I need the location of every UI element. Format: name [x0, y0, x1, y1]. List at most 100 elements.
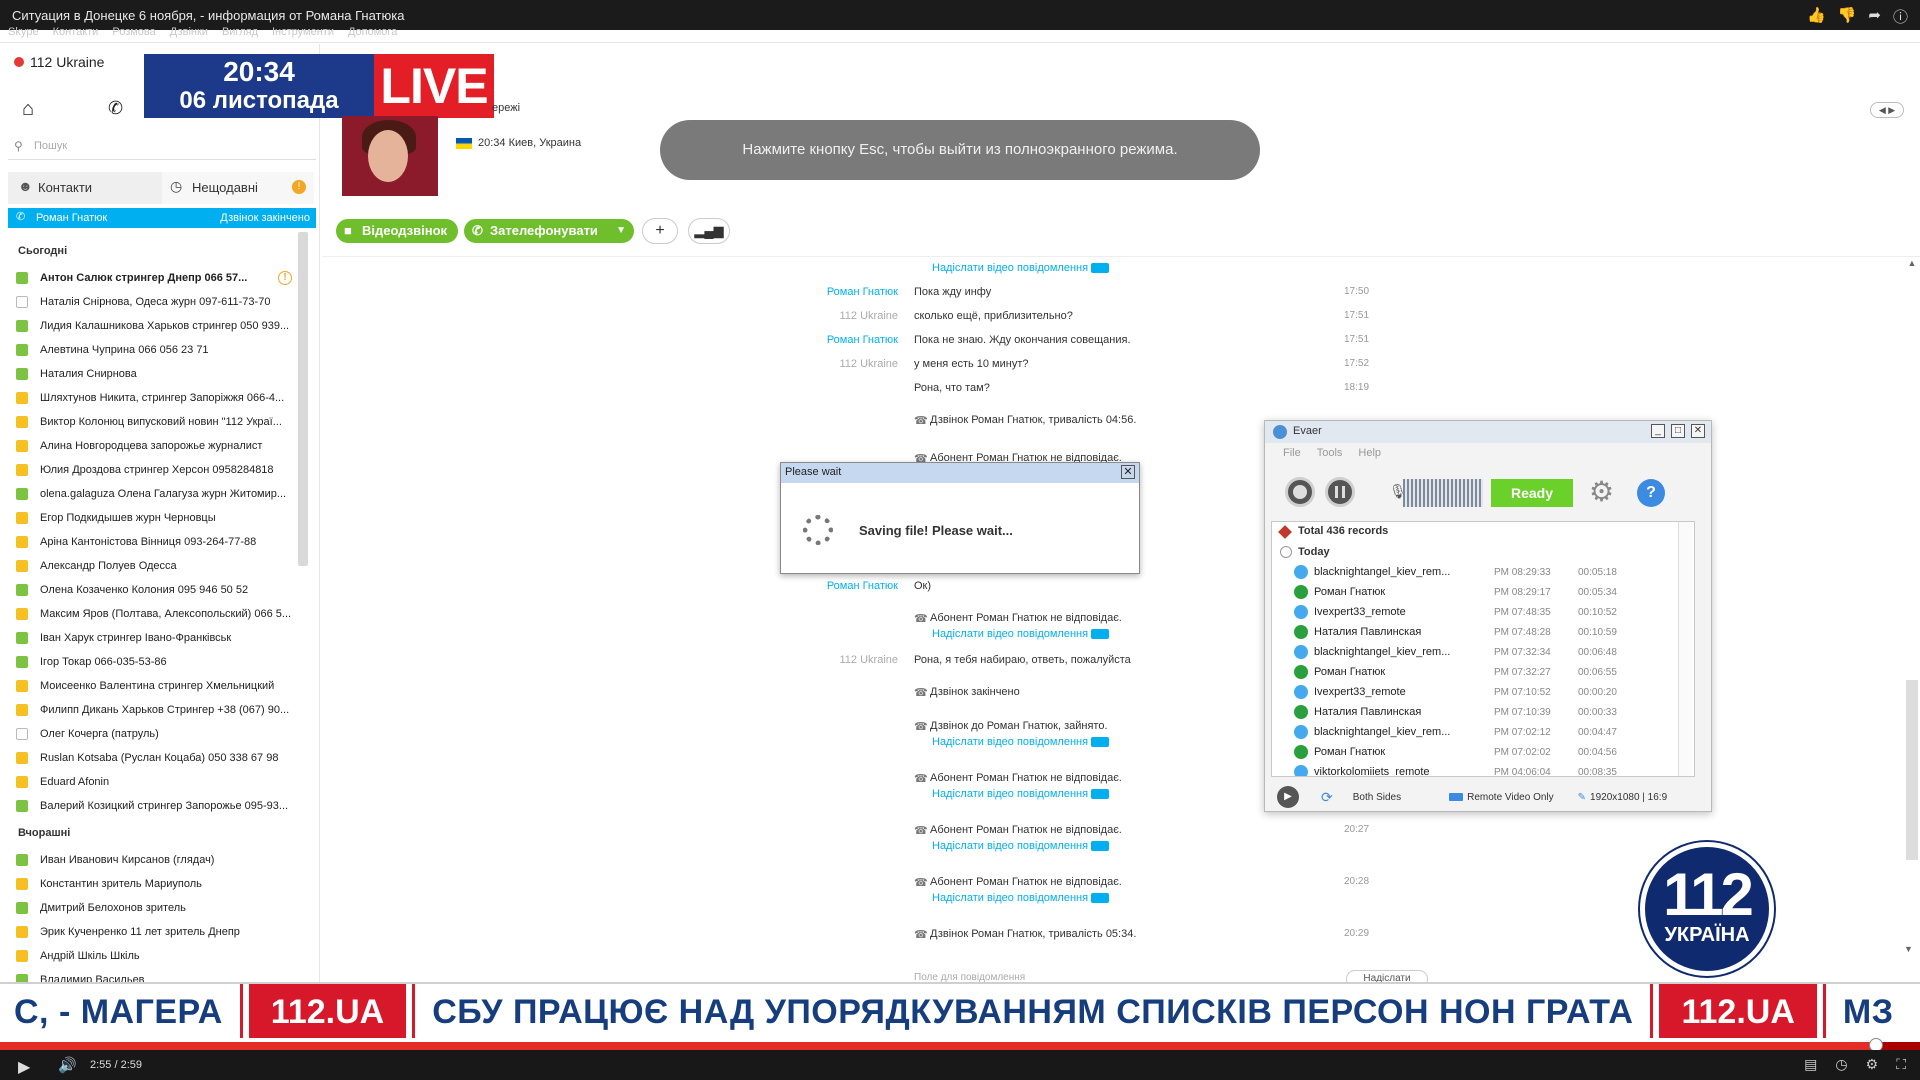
record-row[interactable]: blacknightangel_kiev_rem... PM 07:02:12 00… — [1272, 722, 1694, 742]
record-row[interactable]: Роман Гнатюк PM 07:32:27 00:06:55 — [1272, 662, 1694, 682]
menu-item[interactable]: Skype — [8, 26, 39, 38]
sidebar-scrollbar[interactable] — [298, 232, 308, 566]
contact-list-item[interactable]: Ігор Токар 066-035-53-86 — [8, 650, 298, 674]
record-name: Ivexpert33_remote — [1314, 686, 1406, 698]
contact-name: Иван Иванович Кирсанов (глядач) — [40, 854, 215, 866]
menu-item[interactable]: Контакти — [53, 26, 99, 38]
contact-list-item[interactable]: Моисеенко Валентина стрингер Хмельницкий — [8, 674, 298, 698]
menu-item[interactable]: Інструменти — [272, 26, 334, 38]
menu-item[interactable]: Дзвінки — [170, 26, 208, 38]
record-row[interactable]: Ivexpert33_remote PM 07:10:52 00:00:20 — [1272, 682, 1694, 702]
contact-list-item[interactable]: Антон Салюк стрингер Днепр 066 57...! — [8, 266, 298, 290]
menu-item[interactable]: Розмова — [112, 26, 155, 38]
records-group-today[interactable]: Today — [1272, 542, 1694, 562]
contact-list-item[interactable]: Александр Полуев Одесса — [8, 554, 298, 578]
video-call-button[interactable]: ■ Відеодзвінок — [336, 219, 458, 243]
send-video-message-link[interactable]: Надіслати відео повідомлення — [932, 736, 1110, 748]
contact-list-item[interactable]: Алевтина Чуприна 066 056 23 71 — [8, 338, 298, 362]
contact-list-item[interactable]: Валерий Козицкий стрингер Запорожье 095-… — [8, 794, 298, 818]
contact-list-item[interactable]: Юлия Дроздова стрингер Херсон 0958284818 — [8, 458, 298, 482]
maximize-icon[interactable]: □ — [1671, 424, 1685, 438]
record-row[interactable]: Роман Гнатюк PM 08:29:17 00:05:34 — [1272, 582, 1694, 602]
close-icon[interactable]: ✕ — [1121, 465, 1135, 479]
contact-list-item[interactable]: Дмитрий Белохонов зритель — [8, 896, 298, 920]
contact-list-item[interactable]: Алина Новгородцева запорожье журналист — [8, 434, 298, 458]
contact-list-item[interactable]: Аріна Кантоністова Вінниця 093-264-77-88 — [8, 530, 298, 554]
records-scrollbar[interactable] — [1678, 522, 1692, 776]
call-button[interactable]: ✆ Зателефонувати ▼ — [464, 219, 634, 243]
play-button[interactable]: ▶ — [1277, 786, 1299, 808]
contact-list-item[interactable]: Eduard Afonin — [8, 770, 298, 794]
menu-item[interactable]: Допомога — [348, 26, 397, 38]
contact-name: Наталія Снірнова, Одеса журн 097-611-73-… — [40, 296, 271, 308]
evaer-menu-item[interactable]: File — [1283, 447, 1301, 459]
presence-icon — [16, 416, 28, 428]
contact-list-item[interactable]: Шляхтунов Никита, стрингер Запоріжжя 066… — [8, 386, 298, 410]
minimize-icon[interactable]: _ — [1651, 424, 1665, 438]
chat-scroll-thumb[interactable] — [1906, 680, 1918, 860]
volume-icon[interactable]: 🔊 — [58, 1056, 77, 1074]
contact-list-item[interactable]: Константин зритель Мариуполь — [8, 872, 298, 896]
share-icon[interactable]: ➦ — [1868, 6, 1881, 27]
contact-list-item[interactable]: Олена Козаченко Колония 095 946 50 52 — [8, 578, 298, 602]
record-row[interactable]: Наталия Павлинская PM 07:10:39 00:00:33 — [1272, 702, 1694, 722]
home-icon[interactable]: ⌂ — [22, 98, 34, 121]
contact-list-item[interactable]: Лидия Калашникова Харьков стрингер 050 9… — [8, 314, 298, 338]
resolution-option[interactable]: ✎ 1920x1080 | 16:9 — [1578, 792, 1668, 803]
menu-item[interactable]: Вигляд — [222, 26, 258, 38]
contact-list-item[interactable]: Максим Яров (Полтава, Алексопольский) 06… — [8, 602, 298, 626]
contact-list-item[interactable]: Андрій Шкіль Шкіль — [8, 944, 298, 968]
send-video-message-link[interactable]: Надіслати відео повідомлення — [932, 892, 1110, 904]
phone-icon[interactable]: ✆ — [108, 98, 123, 119]
record-row[interactable]: blacknightangel_kiev_rem... PM 07:32:34 00… — [1272, 642, 1694, 662]
nav-arrows[interactable]: ◀ ▶ — [1870, 102, 1904, 118]
refresh-icon[interactable]: ⟳ — [1321, 789, 1333, 806]
chevron-down-icon[interactable]: ▼ — [616, 219, 626, 243]
contact-list-item[interactable]: olena.galaguza Олена Галагуза журн Житом… — [8, 482, 298, 506]
help-icon[interactable]: ? — [1637, 479, 1665, 507]
contact-list-item[interactable]: Наталія Снірнова, Одеса журн 097-611-73-… — [8, 290, 298, 314]
search-input[interactable]: Пошук — [8, 136, 316, 160]
send-video-message-link[interactable]: Надіслати відео повідомлення — [932, 788, 1110, 800]
contact-list-item[interactable]: Иван Иванович Кирсанов (глядач) — [8, 848, 298, 872]
remote-video-option[interactable]: Remote Video Only — [1449, 792, 1554, 803]
contact-list-item[interactable]: Ruslan Kotsaba (Руслан Коцаба) 050 338 6… — [8, 746, 298, 770]
contact-list-item[interactable]: Эрик Кученренко 11 лет зритель Днепр — [8, 920, 298, 944]
record-button[interactable] — [1285, 477, 1315, 507]
play-icon[interactable]: ▶ — [18, 1057, 30, 1077]
signal-icon[interactable]: ▂▄▆ — [688, 218, 730, 244]
contact-list-item[interactable]: Егор Подкидышев журн Черновцы — [8, 506, 298, 530]
scroll-up-icon[interactable]: ▲ — [1904, 258, 1920, 268]
send-video-message-link[interactable]: Надіслати відео повідомлення — [932, 262, 1110, 274]
close-icon[interactable]: ✕ — [1691, 424, 1705, 438]
contact-list-item[interactable]: Іван Харук стрингер Івано-Франківськ — [8, 626, 298, 650]
contact-list-item[interactable]: Олег Кочерга (патруль) — [8, 722, 298, 746]
gear-icon[interactable]: ⚙ — [1589, 477, 1614, 507]
account-name[interactable]: 112 Ukraine — [14, 54, 104, 70]
info-icon[interactable]: ⓘ — [1893, 6, 1908, 27]
watch-later-icon[interactable]: ◷ — [1835, 1056, 1847, 1073]
thumb-up-icon[interactable]: 👍 — [1807, 6, 1826, 27]
record-row[interactable]: Наталия Павлинская PM 07:48:28 00:10:59 — [1272, 622, 1694, 642]
record-row[interactable]: viktorkolomiiets_remote PM 04:06:04 00:08:… — [1272, 762, 1694, 776]
scroll-down-icon[interactable]: ▼ — [1904, 944, 1913, 954]
both-sides-option[interactable]: Both Sides — [1353, 792, 1401, 803]
thumb-down-icon[interactable]: 👎 — [1838, 6, 1857, 27]
record-row[interactable]: Ivexpert33_remote PM 07:48:35 00:10:52 — [1272, 602, 1694, 622]
pause-button[interactable] — [1325, 477, 1355, 507]
evaer-menu-item[interactable]: Tools — [1317, 447, 1343, 459]
send-video-message-link[interactable]: Надіслати відео повідомлення — [932, 840, 1110, 852]
record-row[interactable]: blacknightangel_kiev_rem... PM 08:29:33 00… — [1272, 562, 1694, 582]
active-contact[interactable]: ✆ Роман Гнатюк Дзвінок закінчено — [8, 208, 316, 228]
contact-list-item[interactable]: Филипп Дикань Харьков Стрингер +38 (067)… — [8, 698, 298, 722]
add-button[interactable]: + — [642, 218, 678, 244]
contact-list-item[interactable]: Наталия Снирнова — [8, 362, 298, 386]
fullscreen-icon[interactable]: ⛶ — [1896, 1056, 1906, 1073]
captions-icon[interactable]: ▤ — [1804, 1056, 1817, 1073]
settings-icon[interactable]: ⚙ — [1866, 1056, 1879, 1073]
records-total[interactable]: Total 436 records — [1272, 522, 1694, 542]
send-video-message-link[interactable]: Надіслати відео повідомлення — [932, 628, 1110, 640]
evaer-menu-item[interactable]: Help — [1358, 447, 1381, 459]
record-row[interactable]: Роман Гнатюк PM 07:02:02 00:04:56 — [1272, 742, 1694, 762]
contact-list-item[interactable]: Виктор Колонюц випусковий новин "112 Укр… — [8, 410, 298, 434]
